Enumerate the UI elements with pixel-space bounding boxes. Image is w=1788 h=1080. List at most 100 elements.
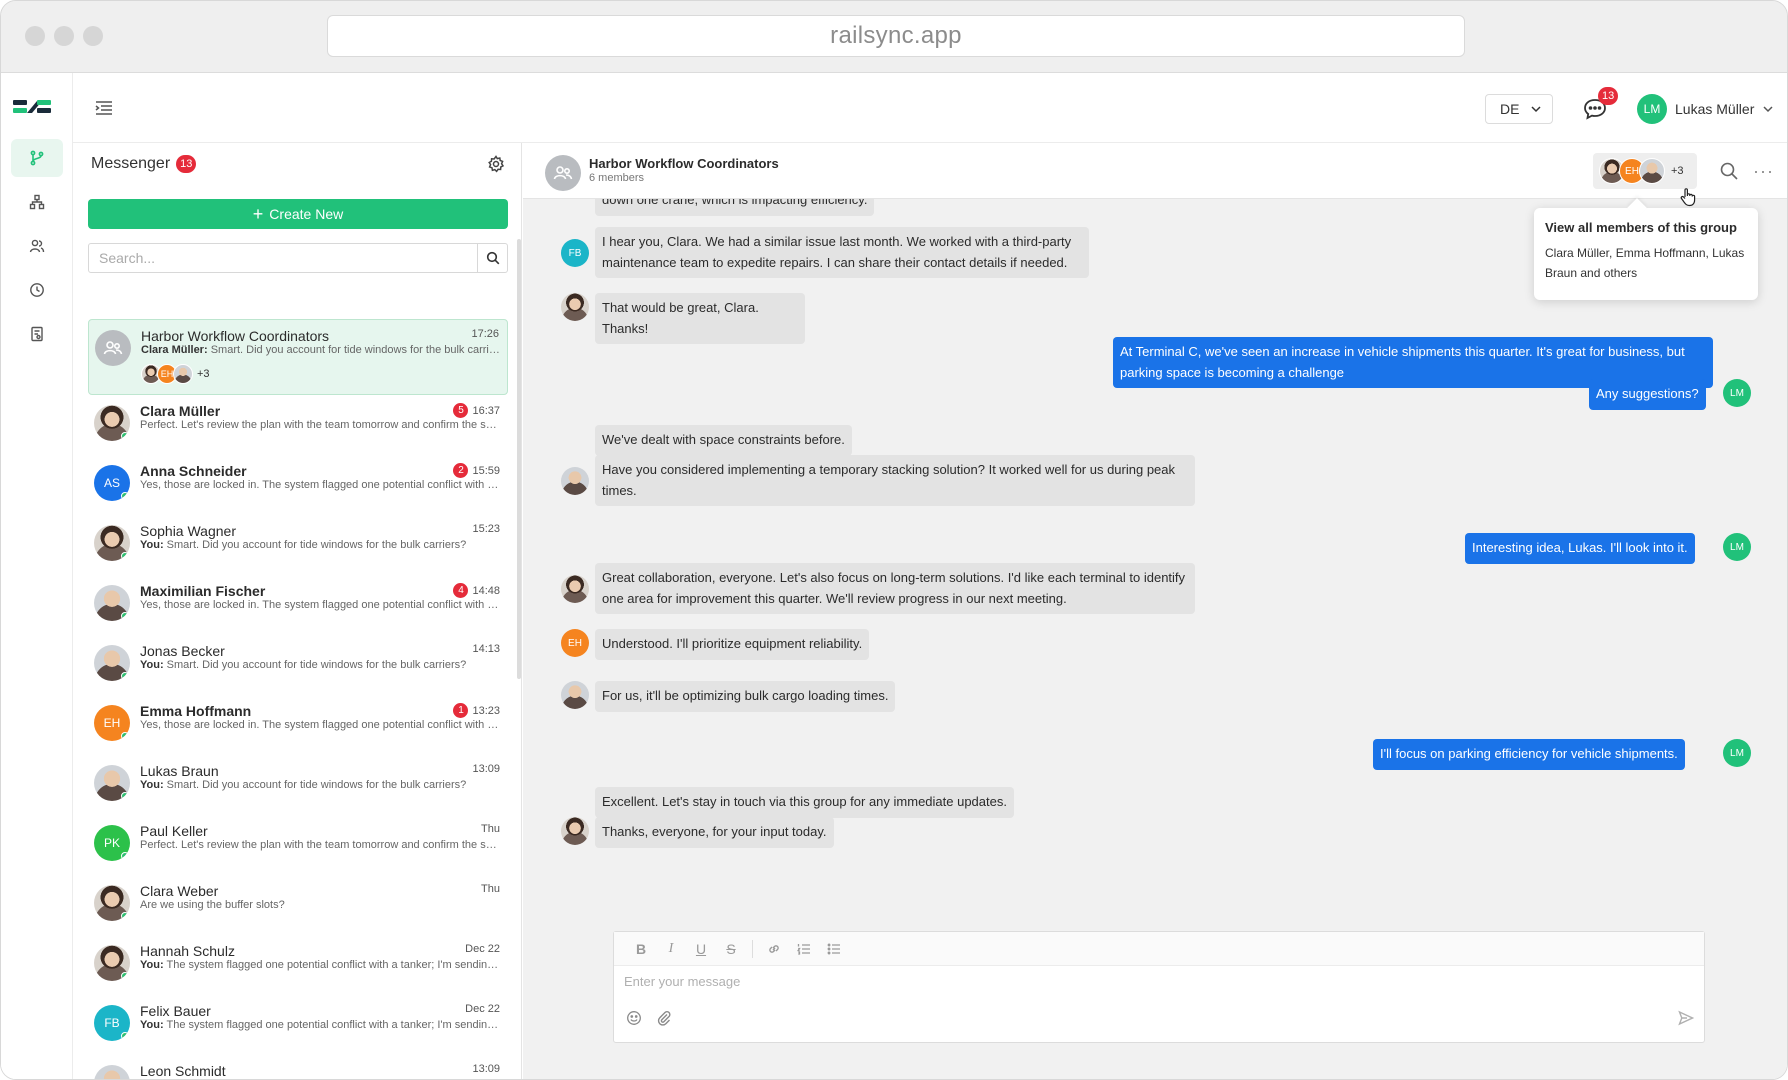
create-new-button[interactable]: + Create New (88, 199, 508, 229)
view-members-button[interactable]: EH +3 (1593, 153, 1697, 189)
link-button[interactable] (759, 937, 789, 961)
conversation-item[interactable]: EH Emma Hoffmann Yes, those are locked in.… (88, 695, 508, 755)
chevron-down-icon (1763, 106, 1773, 113)
address-bar[interactable]: railsync.app (327, 15, 1465, 57)
conversation-item[interactable]: PK Paul Keller Perfect. Let's review the p… (88, 815, 508, 875)
search-button[interactable] (477, 244, 507, 272)
members-tooltip: View all members of this group Clara Mül… (1534, 198, 1758, 300)
conversation-name: Paul Keller (140, 823, 208, 839)
conversation-preview: You: The system flagged one potential co… (140, 959, 500, 971)
conversation-item[interactable]: Clara Müller Perfect. Let's review the pl… (88, 395, 508, 455)
conversation-preview: You: Smart. Did you account for tide win… (140, 659, 500, 671)
browser-titlebar: railsync.app (1, 1, 1787, 73)
preview-text: Smart. Did you account for tide windows … (163, 539, 467, 551)
member-more-count: +3 (197, 368, 210, 380)
rail-contacts-button[interactable] (11, 227, 63, 265)
conversation-preview: Clara Müller: Smart. Did you account for… (141, 344, 501, 356)
online-indicator (121, 732, 129, 740)
online-indicator (121, 852, 129, 860)
conversation-meta: Dec 22 (465, 1003, 500, 1015)
user-menu[interactable]: LM Lukas Müller (1637, 93, 1774, 125)
online-indicator (121, 912, 129, 920)
preview-text: Perfect. Let's review the plan with the … (140, 839, 500, 851)
conversation-item[interactable]: AS Anna Schneider Yes, those are locked in… (88, 455, 508, 515)
search-icon[interactable] (1719, 161, 1739, 181)
online-indicator (121, 492, 129, 500)
rail-hierarchy-button[interactable] (11, 183, 63, 221)
avatar-initials: EH (103, 716, 121, 730)
conversation-name: Hannah Schulz (140, 943, 235, 959)
conversation-preview: Yes, those are locked in. The system fla… (140, 599, 500, 611)
language-select[interactable]: DE (1485, 94, 1553, 124)
outgoing-message: Any suggestions? (1589, 379, 1706, 410)
conversation-meta: 13:09 (472, 763, 500, 775)
notifications-button[interactable]: 13 (1581, 87, 1619, 123)
message-avatar: LM (1723, 533, 1751, 561)
conversation-preview: Perfect. Let's review the plan with the … (140, 839, 500, 851)
bold-button[interactable]: B (626, 937, 656, 961)
online-indicator (121, 792, 129, 800)
bullet-list-button[interactable] (819, 937, 849, 961)
conversation-item[interactable]: Lukas Braun You: Smart. Did you account f… (88, 755, 508, 815)
strikethrough-button[interactable]: S (716, 937, 746, 961)
window-maximize-dot[interactable] (83, 26, 103, 46)
conversation-time: Thu (481, 823, 500, 835)
rail-workflows-button[interactable] (11, 139, 63, 177)
message-input[interactable] (624, 974, 1684, 998)
conversation-meta: 1 13:23 (453, 703, 500, 718)
conversation-meta: 13:09 (472, 1063, 500, 1075)
conversation-item[interactable]: Hannah Schulz You: The system flagged one… (88, 935, 508, 995)
menu-toggle-icon[interactable] (93, 97, 115, 119)
italic-button[interactable]: I (656, 937, 686, 961)
message-composer: B I U S (613, 931, 1705, 1043)
window-close-dot[interactable] (25, 26, 45, 46)
conversation-meta: 5 16:37 (453, 403, 500, 418)
incoming-message: Excellent. Let's stay in touch via this … (595, 787, 1014, 818)
send-icon[interactable] (1678, 1010, 1694, 1026)
group-avatar (545, 155, 581, 191)
conversation-preview: You: Smart. Did you account for tide win… (140, 779, 500, 791)
list-scrollbar[interactable] (517, 239, 521, 679)
ordered-list-button[interactable] (789, 937, 819, 961)
conversation-item[interactable]: Jonas Becker You: Smart. Did you account … (88, 635, 508, 695)
window-minimize-dot[interactable] (54, 26, 74, 46)
chat-member-count: 6 members (589, 172, 645, 184)
unread-badge: 2 (453, 463, 469, 478)
member-avatar (1639, 158, 1665, 184)
conversation-item[interactable]: Sophia Wagner You: Smart. Did you account… (88, 515, 508, 575)
underline-button[interactable]: U (686, 937, 716, 961)
conversation-meta: Dec 22 (465, 943, 500, 955)
conversation-item[interactable]: Maximilian Fischer Yes, those are locked … (88, 575, 508, 635)
contact-avatar (94, 885, 130, 921)
online-indicator (121, 972, 129, 980)
message-avatar (561, 467, 589, 495)
conversation-item[interactable]: Leon SchmidtYou: Smart. Did you account … (88, 1055, 508, 1079)
online-indicator (121, 672, 129, 680)
nav-rail (1, 73, 73, 1079)
members-more-count: +3 (1671, 165, 1684, 177)
conversation-meta: 4 14:48 (453, 583, 500, 598)
more-options-icon[interactable]: ··· (1753, 161, 1774, 182)
group-icon (553, 166, 573, 180)
emoji-icon[interactable] (626, 1010, 642, 1026)
conversation-time: Dec 22 (465, 943, 500, 955)
conversation-preview: Yes, those are locked in. The system fla… (140, 479, 500, 491)
rail-history-button[interactable] (11, 271, 63, 309)
conversation-time: 14:48 (472, 584, 500, 597)
conversation-item[interactable]: Harbor Workflow Coordinators Clara Mülle… (88, 319, 508, 395)
messenger-title: Messenger (91, 155, 171, 172)
conversation-item[interactable]: FB Felix Bauer You: The system flagged one… (88, 995, 508, 1055)
avatar-initials: AS (103, 476, 120, 490)
preview-sender: Clara Müller: (141, 344, 208, 356)
gear-icon[interactable] (487, 155, 505, 173)
search-input[interactable] (89, 244, 479, 272)
rail-reports-button[interactable] (11, 315, 63, 353)
member-avatar (173, 364, 193, 384)
conversation-name: Sophia Wagner (140, 523, 236, 539)
conversation-item[interactable]: Clara Weber Are we using the buffer slots… (88, 875, 508, 935)
preview-sender: You: (140, 779, 164, 791)
paperclip-icon[interactable] (656, 1010, 672, 1026)
conversation-name: Clara Müller (140, 403, 221, 419)
incoming-message: Have you considered implementing a tempo… (595, 455, 1195, 506)
hierarchy-icon (29, 194, 45, 210)
